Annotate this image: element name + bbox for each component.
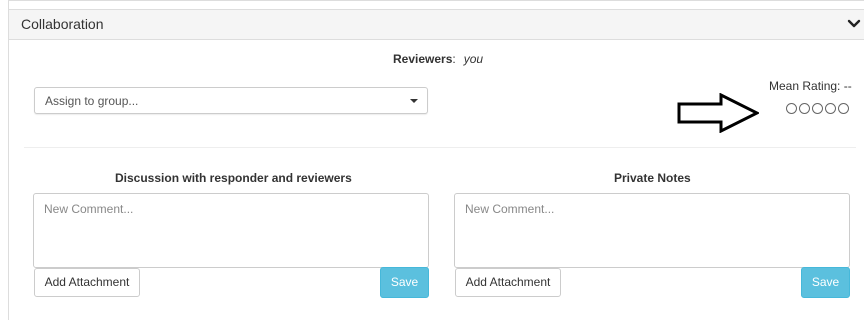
private-notes-title: Private Notes bbox=[614, 171, 691, 185]
reviewers-separator: : bbox=[452, 52, 456, 66]
rating-stars[interactable] bbox=[786, 103, 850, 117]
rating-star-icon[interactable] bbox=[799, 103, 810, 114]
discussion-save-button[interactable]: Save bbox=[380, 267, 429, 298]
chevron-down-icon[interactable] bbox=[845, 15, 863, 33]
reviewers-label: Reviewers bbox=[393, 52, 453, 66]
private-notes-save-button[interactable]: Save bbox=[801, 267, 850, 298]
discussion-add-attachment-button[interactable]: Add Attachment bbox=[34, 268, 140, 297]
reviewers-row: Reviewers: you bbox=[393, 52, 483, 66]
private-notes-comment-input[interactable]: New Comment... bbox=[454, 193, 850, 268]
assign-group-select[interactable]: Assign to group... bbox=[34, 87, 428, 114]
rating-star-icon[interactable] bbox=[786, 103, 797, 114]
rating-star-icon[interactable] bbox=[812, 103, 823, 114]
right-arrow-icon bbox=[677, 93, 759, 133]
private-notes-comment-placeholder: New Comment... bbox=[465, 202, 555, 216]
discussion-comment-input[interactable]: New Comment... bbox=[33, 193, 429, 268]
discussion-comment-placeholder: New Comment... bbox=[44, 202, 134, 216]
mean-rating-label: Mean Rating: -- bbox=[769, 79, 852, 93]
private-notes-add-attachment-button[interactable]: Add Attachment bbox=[455, 268, 561, 297]
rating-star-icon[interactable] bbox=[825, 103, 836, 114]
divider bbox=[24, 147, 856, 148]
discussion-title: Discussion with responder and reviewers bbox=[115, 171, 352, 185]
rating-star-icon[interactable] bbox=[838, 103, 849, 114]
assign-group-placeholder: Assign to group... bbox=[45, 94, 139, 108]
panel-header[interactable]: Collaboration bbox=[9, 9, 864, 40]
caret-down-icon bbox=[410, 99, 418, 103]
reviewers-value: you bbox=[463, 52, 484, 66]
panel-title: Collaboration bbox=[21, 16, 104, 32]
